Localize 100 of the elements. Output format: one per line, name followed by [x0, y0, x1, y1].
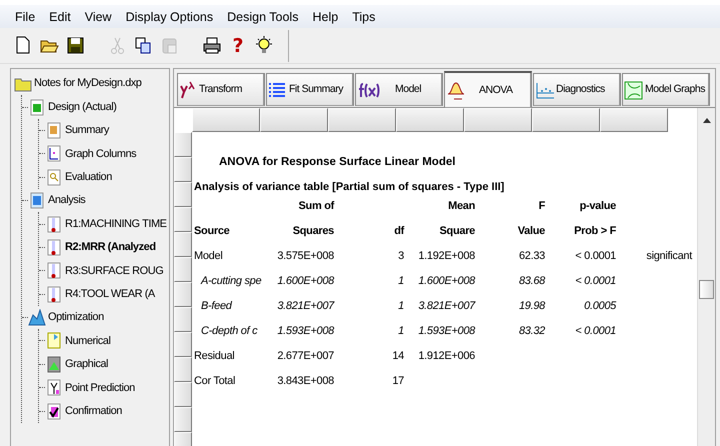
row-header-button[interactable]: [174, 207, 192, 232]
column-heading: F: [538, 199, 545, 214]
tab[interactable]: Transform: [177, 73, 265, 106]
table-cell-text: 1.600E+008: [276, 274, 334, 290]
row-header-button[interactable]: [174, 132, 192, 157]
row-header-button[interactable]: [174, 282, 192, 307]
column-header-button[interactable]: [600, 108, 668, 132]
document-icon: [45, 122, 63, 139]
table-cell-text: 14: [391, 349, 404, 364]
menu-item[interactable]: File: [8, 6, 42, 26]
grid-icon: [28, 98, 46, 116]
list-icon: [268, 80, 287, 100]
table-cell-text: A-cutting spe: [200, 274, 262, 290]
tree-item[interactable]: Graphical: [65, 356, 108, 373]
document-icon: [45, 356, 63, 373]
menu-item[interactable]: Display Options: [118, 6, 220, 26]
table-cell-text: 1.593E+008: [276, 324, 334, 340]
printer-icon[interactable]: [202, 36, 222, 56]
column-header-button[interactable]: [192, 108, 260, 132]
report-title: ANOVA for Response Surface Linear Model: [218, 155, 456, 169]
tree-item[interactable]: Summary: [65, 122, 109, 139]
column-header-button[interactable]: [532, 108, 600, 132]
scroll-up-icon[interactable]: [702, 117, 710, 123]
tree-item[interactable]: Confirmation: [65, 402, 122, 420]
table-cell-text: 2.677E+007: [276, 349, 334, 364]
scroll-thumb[interactable]: [699, 280, 714, 299]
function-icon: [357, 81, 381, 99]
tree-item[interactable]: Notes for MyDesign.dxp: [34, 75, 142, 92]
tree-item[interactable]: Optimization: [48, 309, 104, 326]
menu-item[interactable]: Tips: [345, 6, 382, 26]
row-header-button[interactable]: [174, 382, 192, 407]
table-cell-text: 3.575E+008: [276, 249, 334, 264]
row-header-button[interactable]: [174, 182, 192, 207]
column-heading: p-value: [578, 199, 616, 214]
column-heading: Source: [194, 224, 230, 240]
row-header-button[interactable]: [174, 407, 192, 432]
tree-item[interactable]: R3:SURFACE ROUG: [65, 262, 164, 280]
table-cell-text: 1.912E+006: [417, 349, 475, 364]
column-heading: Value: [516, 224, 545, 240]
help-icon[interactable]: ?: [228, 36, 248, 56]
column-heading: df: [393, 224, 404, 240]
column-heading: Prob > F: [573, 224, 616, 240]
table-cell-text: 1: [397, 274, 404, 290]
column-heading: Square: [438, 224, 475, 240]
save-icon[interactable]: [66, 36, 86, 56]
tab[interactable]: Fit Summary: [266, 73, 354, 106]
thermometer-icon: [45, 238, 63, 256]
scatter-icon: [535, 80, 554, 100]
row-header-button[interactable]: [174, 257, 192, 282]
report-subtitle: Analysis of variance table [Partial sum of squares - Type III]: [194, 180, 506, 194]
checklist-icon: [45, 402, 63, 420]
calculator-icon: [28, 192, 46, 210]
tree-item[interactable]: R2:MRR (Analyzed: [65, 239, 156, 256]
table-cell-text: Cor Total: [194, 374, 236, 390]
row-header-button[interactable]: [174, 332, 192, 357]
document-icon: [45, 379, 63, 396]
column-header-button[interactable]: [464, 108, 532, 132]
lightbulb-icon[interactable]: [254, 36, 274, 56]
table-cell-text: Model: [194, 249, 224, 264]
tree-item[interactable]: Evaluation: [65, 169, 112, 186]
menu-item[interactable]: Design Tools: [220, 6, 306, 26]
tab[interactable]: Model Graphs: [622, 73, 710, 106]
tree-item[interactable]: Numerical: [65, 332, 110, 350]
menu-item[interactable]: Edit: [42, 6, 78, 26]
tab[interactable]: ANOVA: [444, 71, 532, 108]
tree-item[interactable]: Graph Columns: [65, 146, 136, 162]
tree-item[interactable]: Point Prediction: [65, 380, 135, 396]
folder-icon: [14, 76, 32, 92]
tab[interactable]: Model: [355, 73, 443, 106]
table-cell-text: 1: [397, 299, 404, 314]
thermometer-icon: [45, 286, 63, 303]
tree-item[interactable]: Analysis: [48, 192, 86, 209]
row-header-button[interactable]: [174, 232, 192, 257]
mountain-icon: [28, 309, 46, 326]
table-cell-text: 3: [397, 249, 404, 264]
column-heading: Squares: [292, 224, 334, 240]
table-cell-text: 83.68: [518, 274, 545, 290]
table-cell-text: 3.821E+007: [417, 299, 475, 314]
table-cell-text: 3.821E+007: [276, 299, 334, 314]
column-header-button[interactable]: [260, 108, 328, 132]
column-header-button[interactable]: [396, 108, 464, 132]
tree-item[interactable]: R1:MACHINING TIME: [65, 216, 167, 232]
row-header-button[interactable]: [174, 357, 192, 382]
row-header-button[interactable]: [174, 307, 192, 332]
lambda-icon: [179, 81, 197, 99]
tab[interactable]: Diagnostics: [533, 73, 621, 106]
menu-item[interactable]: View: [78, 6, 119, 26]
table-cell-text: 17: [391, 374, 404, 390]
chart-icon: [45, 145, 63, 162]
table-cell-text: 1: [397, 324, 404, 340]
column-header-button[interactable]: [328, 108, 396, 132]
tree-item[interactable]: R4:TOOL WEAR (A: [65, 286, 155, 302]
row-header-button[interactable]: [174, 157, 192, 182]
column-heading: Mean: [447, 199, 475, 214]
document-icon: [45, 332, 63, 350]
thermometer-icon: [45, 216, 63, 233]
table-cell-text: < 0.0001: [574, 249, 616, 264]
tree-item[interactable]: Design (Actual): [48, 98, 116, 116]
table-cell-text: 62.33: [518, 249, 545, 264]
menu-item[interactable]: Help: [305, 6, 346, 26]
